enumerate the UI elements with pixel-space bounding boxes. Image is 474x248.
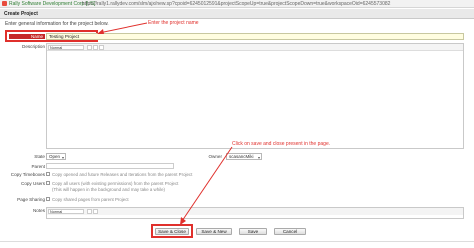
name-label: Name xyxy=(9,34,45,39)
italic-icon[interactable] xyxy=(93,209,98,214)
annotation-enter-name: Enter the project name xyxy=(148,20,199,26)
notes-toolbar: Normal xyxy=(47,208,463,215)
footer-divider xyxy=(0,241,474,242)
state-label: State xyxy=(34,154,45,159)
annotation-arrow-name xyxy=(97,22,148,34)
parent-label: Parent xyxy=(31,164,45,169)
page-sharing-text: Copy shared pages from parent Project xyxy=(52,197,129,202)
underline-icon[interactable] xyxy=(99,45,104,50)
url-field[interactable]: https://rally1.rallydev.com/slm/ajx/new.… xyxy=(82,1,472,7)
save-close-button[interactable]: Save & Close xyxy=(155,228,189,235)
site-lock-icon xyxy=(2,1,7,6)
chevron-down-icon: ▾ xyxy=(61,155,64,160)
cancel-button[interactable]: Cancel xyxy=(274,228,306,235)
copy-users-note: (This will happen in the background and … xyxy=(52,187,165,192)
description-font-select[interactable]: Normal xyxy=(48,45,84,50)
page-sharing-label: Page Sharing xyxy=(17,197,45,202)
notes-font-select[interactable]: Normal xyxy=(48,209,84,214)
notes-editor[interactable]: Normal xyxy=(46,207,464,219)
bold-icon[interactable] xyxy=(87,209,92,214)
annotation-arrow-save xyxy=(180,146,233,225)
annotation-save-close: Click on save and close present in the p… xyxy=(232,141,331,147)
state-select[interactable]: Open ▾ xyxy=(46,153,66,160)
save-button[interactable]: Save xyxy=(239,228,267,235)
save-new-button[interactable]: Save & New xyxy=(196,228,232,235)
copy-users-checkbox[interactable] xyxy=(46,181,50,185)
description-label: Description xyxy=(22,44,45,49)
page-sharing-checkbox[interactable] xyxy=(46,197,50,201)
chevron-down-icon: ▾ xyxy=(257,155,260,160)
bold-icon[interactable] xyxy=(87,45,92,50)
copy-timeboxes-text: Copy opened and future Releases and Iter… xyxy=(52,172,193,177)
browser-address-bar: Rally Software Development Corp [US] htt… xyxy=(0,0,474,8)
description-toolbar: Normal xyxy=(47,44,463,51)
italic-icon[interactable] xyxy=(93,45,98,50)
copy-users-text: Copy all users (with existing permission… xyxy=(52,181,179,186)
dialog-title-bar: Create Project xyxy=(0,9,474,19)
dialog-title: Create Project xyxy=(4,11,38,17)
notes-label: Notes xyxy=(32,208,45,213)
copy-timeboxes-checkbox[interactable] xyxy=(46,172,50,176)
instruction-text: Enter general information for the projec… xyxy=(5,21,109,27)
description-editor[interactable]: Normal xyxy=(46,43,464,149)
copy-timeboxes-label: Copy Timeboxes xyxy=(10,172,45,177)
copy-users-label: Copy Users xyxy=(21,181,45,186)
parent-field[interactable] xyxy=(46,163,174,169)
